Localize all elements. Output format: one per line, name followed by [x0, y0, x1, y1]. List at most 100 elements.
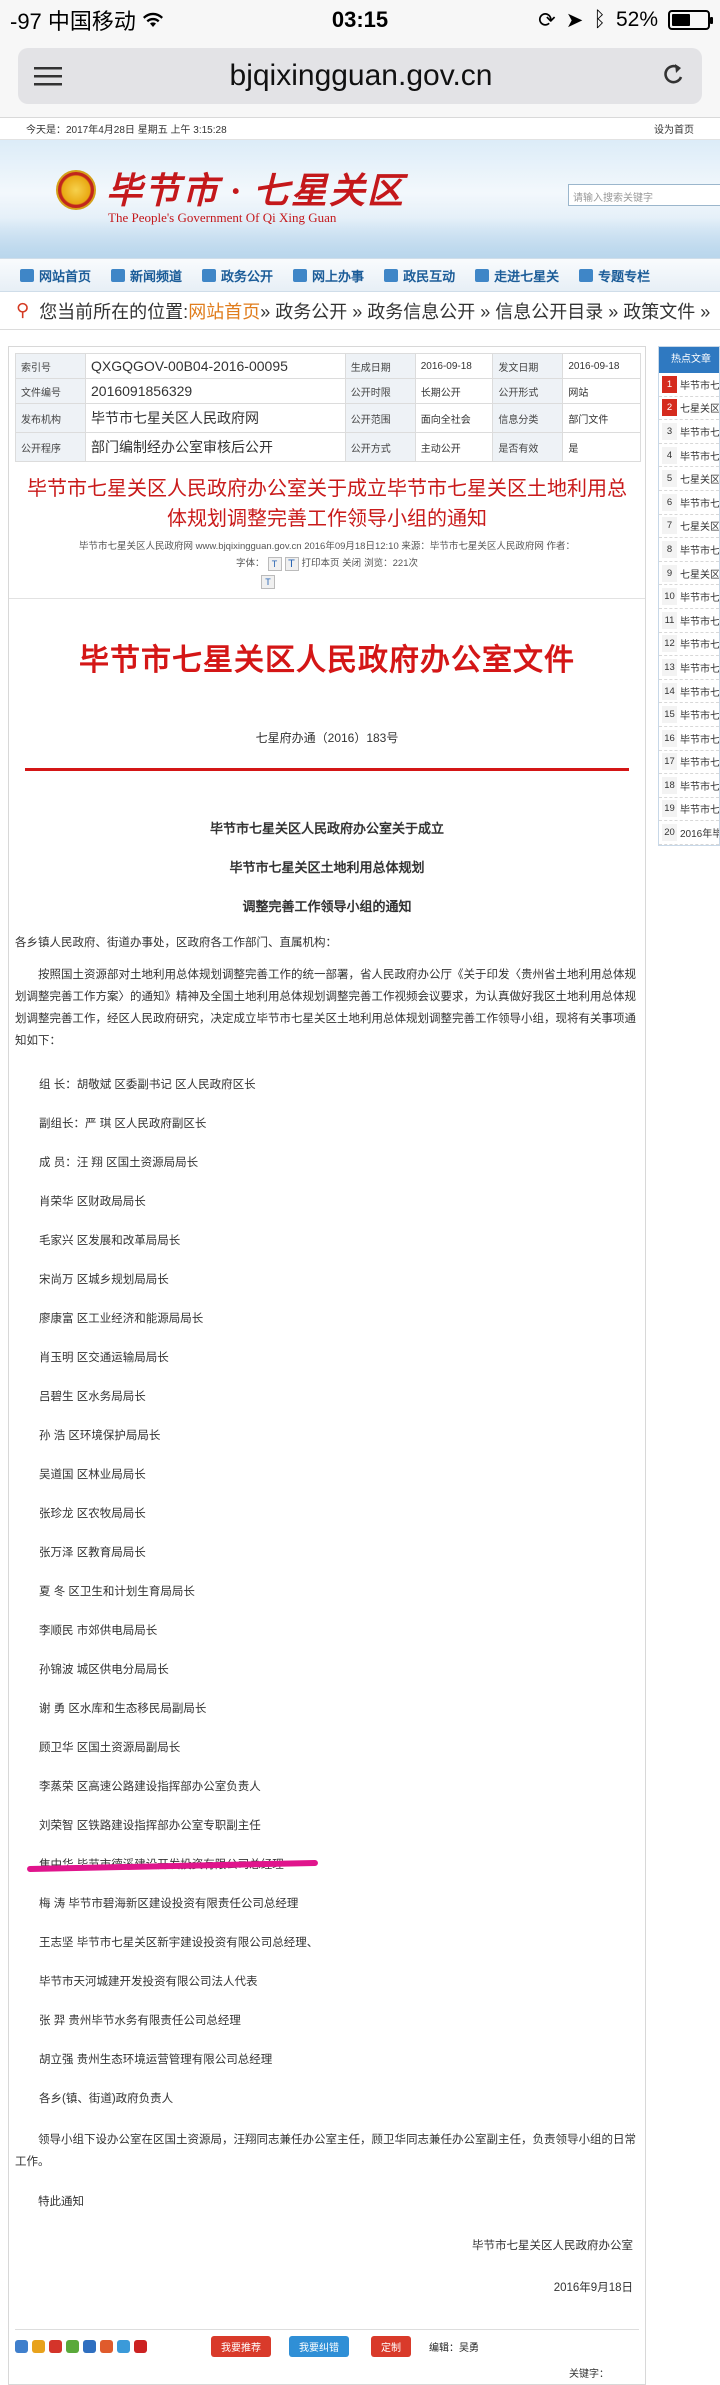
share-douban-icon[interactable] [100, 2340, 113, 2353]
member-item: 肖玉明 区交通运输局局长 [39, 1352, 169, 1364]
member-item: 组 长：胡敬斌 区委副书记 区人民政府区长 [39, 1079, 256, 1091]
sidebar-item-label: 毕节市七星关区 [680, 805, 719, 817]
sidebar-item[interactable]: 12毕节市七星关区 [659, 633, 719, 657]
reload-icon[interactable] [660, 62, 686, 90]
share-wechat-icon[interactable] [66, 2340, 79, 2353]
sidebar-item-label: 七星关区国土 [680, 475, 719, 487]
share-weibo-icon[interactable] [49, 2340, 62, 2353]
rank-number: 14 [662, 682, 677, 700]
font-large-button[interactable]: T [284, 557, 299, 571]
rank-number: 5 [662, 470, 677, 488]
hot-articles-sidebar: 热点文章 1毕节市七星关区2七星关区政府3毕节市七星关区4毕节市七星关区5七星关… [658, 346, 720, 846]
closing-paragraph: 领导小组下设办公室在区国土资源局，汪翔同志兼任办公室主任，顾卫华同志兼任办公室副… [15, 2134, 636, 2168]
rank-number: 6 [662, 493, 677, 511]
rank-number: 18 [662, 776, 677, 794]
document-body: 毕节市七星关区人民政府办公室文件 七星府办通（2016）183号 毕节市七星关区… [9, 598, 645, 2384]
notice-text: 各乡镇人民政府、街道办事处，区政府各工作部门、直属机构： 按照国土资源部对土地利… [9, 932, 645, 1052]
set-home-link[interactable]: 设为首页 [654, 121, 694, 136]
share-tqq-icon[interactable] [117, 2340, 130, 2353]
sidebar-item[interactable]: 4毕节市七星关区 [659, 444, 719, 468]
share-renren-icon[interactable] [83, 2340, 96, 2353]
nav-about[interactable]: 走进七星关 [465, 266, 569, 285]
rank-number: 2 [662, 399, 677, 417]
salutation: 各乡镇人民政府、街道办事处，区政府各工作部门、直属机构： [15, 937, 337, 949]
rank-number: 17 [662, 753, 677, 771]
breadcrumb-home-link[interactable]: 网站首页 [188, 298, 260, 324]
sidebar-item[interactable]: 7七星关区政务 [659, 515, 719, 539]
sidebar-item[interactable]: 8毕节市七星关区 [659, 538, 719, 562]
sidebar-title: 热点文章 [659, 347, 719, 373]
sidebar-item[interactable]: 13毕节市七星关区 [659, 656, 719, 680]
sidebar-item[interactable]: 17毕节市七星关区 [659, 751, 719, 775]
sidebar-item[interactable]: 5七星关区国土 [659, 467, 719, 491]
ios-status-bar: -97 中国移动 03:15 ⟳ ➤ ᛒ 52% [0, 0, 720, 40]
sidebar-item[interactable]: 10毕节市七星关区 [659, 585, 719, 609]
sidebar-item[interactable]: 11毕节市七星关区 [659, 609, 719, 633]
sidebar-item-label: 七星关区政务 [680, 522, 719, 534]
sidebar-item-label: 七星关区政府 [680, 569, 719, 581]
font-medium-button[interactable]: T [261, 575, 275, 589]
recommend-button[interactable]: 我要推荐 [211, 2336, 271, 2357]
keywords: 关键字： [569, 2369, 609, 2380]
article-title: 毕节市七星关区人民政府办公室关于成立毕节市七星关区土地利用总体规划调整完善工作领… [27, 478, 627, 530]
sidebar-item[interactable]: 19毕节市七星关区 [659, 798, 719, 822]
sidebar-item[interactable]: 14毕节市七星关区 [659, 680, 719, 704]
carrier-text: -97 中国移动 [10, 9, 136, 34]
nav-interaction[interactable]: 政民互动 [374, 266, 465, 285]
share-qzone-icon[interactable] [32, 2340, 45, 2353]
bluetooth-icon: ᛒ [593, 8, 606, 31]
rank-number: 9 [662, 564, 677, 582]
sidebar-item-label: 毕节市七星关区 [680, 687, 719, 699]
sidebar-item[interactable]: 18毕节市七星关区 [659, 774, 719, 798]
search-input[interactable]: 请输入搜索关键字 [568, 184, 720, 206]
member-item: 成 员：汪 翔 区国土资源局局长 [39, 1157, 199, 1169]
sidebar-item[interactable]: 2七星关区政府 [659, 397, 719, 421]
member-item: 夏 冬 区卫生和计划生育局局长 [39, 1586, 195, 1598]
share-other-icon[interactable] [134, 2340, 147, 2353]
sidebar-item[interactable]: 1毕节市七星关区 [659, 373, 719, 397]
sign-date: 2016年9月18日 [553, 2282, 633, 2294]
sidebar-item-label: 毕节市七星关区 [680, 427, 719, 439]
sidebar-item-label: 2016年毕节市 [680, 829, 719, 841]
sidebar-item-label: 毕节市七星关区 [680, 758, 719, 770]
sidebar-item-label: 毕节市七星关区 [680, 593, 719, 605]
news-icon [111, 268, 126, 282]
sidebar-item[interactable]: 6毕节市七星关区 [659, 491, 719, 515]
nav-gov-affairs[interactable]: 政务公开 [192, 266, 283, 285]
rank-number: 8 [662, 540, 677, 558]
sidebar-item-label: 毕节市七星关区 [680, 545, 719, 557]
rank-number: 11 [662, 611, 677, 629]
nav-online-service[interactable]: 网上办事 [283, 266, 374, 285]
font-small-button[interactable]: T [267, 557, 282, 571]
font-size-label: 字体： [235, 558, 265, 569]
print-close-links[interactable]: 打印本页 关闭 [302, 556, 362, 572]
clock: 03:15 [331, 7, 389, 32]
metadata-row: 发布机构 毕节市七星关区人民政府网 公开范围 面向全社会 信息分类 部门文件 [15, 403, 641, 433]
member-item: 毛家兴 区发展和改革局局长 [39, 1235, 181, 1247]
metadata-row: 公开程序 部门编制经办公室审核后公开 公开方式 主动公开 是否有效是 [15, 432, 641, 462]
breadcrumb-path[interactable]: » 政务公开 » 政务信息公开 » 信息公开目录 » 政策文件 » [260, 298, 710, 324]
sidebar-item[interactable]: 202016年毕节市 [659, 821, 719, 845]
sidebar-item[interactable]: 3毕节市七星关区 [659, 420, 719, 444]
wifi-icon [142, 12, 163, 27]
sidebar-item[interactable]: 15毕节市七星关区 [659, 703, 719, 727]
member-item: 刘荣智 区铁路建设指挥部办公室专职副主任 [39, 1820, 261, 1832]
url-text[interactable]: bjqixingguan.gov.cn [62, 59, 660, 93]
share-plus-icon[interactable] [15, 2340, 28, 2353]
member-item: 王志坚 毕节市七星关区新宇建设投资有限公司总经理、 [39, 1937, 319, 1949]
menu-icon[interactable] [34, 65, 62, 87]
report-error-button[interactable]: 我要纠错 [289, 2336, 349, 2357]
sidebar-item[interactable]: 9七星关区政府 [659, 562, 719, 586]
site-name-logo[interactable]: 毕节市 · 七星关区 [106, 162, 405, 214]
member-item: 张 羿 贵州毕节水务有限责任公司总经理 [39, 2015, 241, 2027]
nav-topics[interactable]: 专题专栏 [569, 266, 660, 285]
article-tools: 字体： T T 打印本页 关闭 浏览：221次 [9, 556, 645, 572]
sidebar-item-label: 毕节市七星关区 [680, 498, 719, 510]
nav-home[interactable]: 网站首页 [10, 266, 101, 285]
sidebar-item[interactable]: 16毕节市七星关区 [659, 727, 719, 751]
article-footer: 我要推荐 我要纠错 定制 编辑：吴勇 [15, 2329, 639, 2363]
subscribe-button[interactable]: 定制 [371, 2336, 411, 2357]
main-nav: 网站首页 新闻频道 政务公开 网上办事 政民互动 走进七星关 专题专栏 [0, 258, 720, 292]
member-item: 吕碧生 区水务局局长 [39, 1391, 146, 1403]
nav-news[interactable]: 新闻频道 [101, 266, 192, 285]
